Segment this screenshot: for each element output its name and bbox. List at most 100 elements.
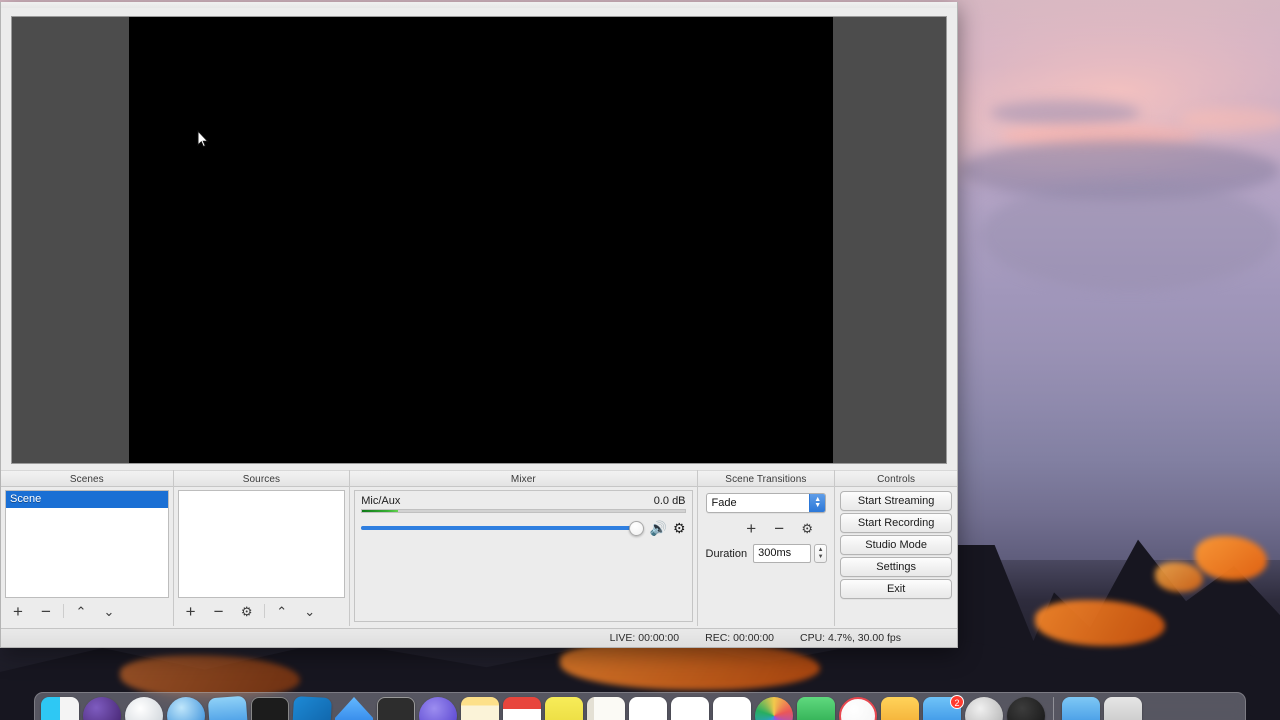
chevron-updown-icon[interactable]: ▲ ▼ — [809, 494, 826, 512]
transition-properties-gear-icon[interactable]: ⚙ — [794, 517, 820, 539]
status-rec: REC: 00:00:00 — [705, 632, 775, 644]
remove-scene-button[interactable]: − — [33, 600, 59, 622]
add-scene-button[interactable]: + — [5, 600, 31, 622]
scenes-toolbar: + − ⌃ ⌄ — [5, 598, 169, 622]
move-source-up-button[interactable]: ⌃ — [269, 600, 295, 622]
dock-separator — [1053, 697, 1054, 720]
dock-icon-keynote[interactable] — [713, 697, 751, 720]
dock-panels-row: Scenes Scene + − ⌃ ⌄ Sources + − ⚙ ⌃ ⌄ M… — [1, 470, 957, 628]
dock-icon-music[interactable] — [839, 697, 877, 720]
pane-body-mixer: Mic/Aux 0.0 dB 🔊 ⚙ — [350, 487, 696, 626]
move-scene-up-button[interactable]: ⌃ — [68, 600, 94, 622]
dock-icon-reminders[interactable] — [545, 697, 583, 720]
pane-body-scene-transitions: Fade ▲ ▼ + − ⚙ Duration 300ms ▲ ▼ — [698, 487, 835, 626]
volume-slider-fill — [361, 526, 634, 530]
pane-mixer: Mixer Mic/Aux 0.0 dB 🔊 ⚙ — [350, 470, 698, 626]
dock-icon-contacts[interactable] — [587, 697, 625, 720]
cloud — [980, 180, 1280, 290]
dock-icon-podcasts[interactable] — [881, 697, 919, 720]
dock-icon-xcode[interactable] — [292, 696, 332, 720]
pane-sources: Sources + − ⚙ ⌃ ⌄ — [173, 470, 351, 626]
dock-icon-messages[interactable]: 2 — [923, 695, 964, 720]
move-source-down-button[interactable]: ⌄ — [297, 600, 323, 622]
obs-studio-window[interactable]: Scenes Scene + − ⌃ ⌄ Sources + − ⚙ ⌃ ⌄ M… — [0, 2, 958, 648]
pane-scene-transitions: Scene Transitions Fade ▲ ▼ + − ⚙ Duratio… — [697, 470, 836, 626]
cloud — [990, 100, 1140, 126]
sources-list[interactable] — [177, 490, 346, 598]
mixer-channel-level: 0.0 dB — [653, 495, 686, 507]
start-streaming-button[interactable]: Start Streaming — [840, 491, 952, 511]
add-source-button[interactable]: + — [178, 600, 204, 622]
start-recording-button[interactable]: Start Recording — [840, 513, 952, 533]
audio-meter-fill — [362, 510, 398, 512]
transition-selected-value: Fade — [711, 497, 737, 509]
dock-icon-siri[interactable] — [125, 697, 163, 720]
dock-icon-app-store[interactable] — [335, 697, 373, 720]
volume-slider[interactable] — [361, 520, 644, 536]
dock-icon-preferences[interactable] — [965, 697, 1003, 720]
dock-icon-facetime[interactable] — [797, 697, 835, 720]
settings-button[interactable]: Settings — [840, 557, 952, 577]
sources-toolbar: + − ⚙ ⌃ ⌄ — [178, 598, 346, 622]
desktop: 2 Scenes Scene + − ⌃ ⌄ Sources + − ⚙ ⌃ ⌄… — [0, 0, 1280, 720]
transition-toolbar: + − ⚙ — [706, 517, 827, 539]
source-properties-gear-icon[interactable]: ⚙ — [234, 600, 260, 622]
pane-title-scene-transitions: Scene Transitions — [697, 470, 835, 487]
toolbar-separator — [263, 604, 265, 618]
add-transition-button[interactable]: + — [738, 517, 764, 539]
mixer-channel-list: Mic/Aux 0.0 dB 🔊 ⚙ — [354, 490, 693, 622]
dock-badge-messages: 2 — [950, 695, 964, 709]
scenes-list[interactable]: Scene — [5, 490, 169, 598]
gear-icon[interactable]: ⚙ — [673, 521, 686, 535]
arrow-cursor — [197, 130, 209, 148]
duration-stepper[interactable]: 300ms ▲ ▼ — [753, 544, 828, 563]
status-bar: LIVE: 00:00:00 REC: 00:00:00 CPU: 4.7%, … — [1, 628, 957, 647]
duration-input[interactable]: 300ms — [753, 544, 812, 563]
toolbar-separator — [63, 604, 64, 618]
speaker-icon[interactable]: 🔊 — [650, 521, 667, 535]
pane-title-scenes: Scenes — [1, 470, 173, 487]
dock-icon-launchpad[interactable] — [83, 697, 121, 720]
mixer-channel-name: Mic/Aux — [361, 495, 401, 507]
remove-transition-button[interactable]: − — [766, 517, 792, 539]
status-cpu: CPU: 4.7%, 30.00 fps — [800, 632, 901, 644]
dock-icon-downloads[interactable] — [1062, 697, 1100, 720]
dock-icon-screenshot[interactable] — [377, 697, 415, 720]
dock-icon-photos[interactable] — [755, 697, 793, 720]
dock-icon-calendar[interactable] — [503, 697, 541, 720]
exit-button[interactable]: Exit — [840, 579, 952, 599]
remove-source-button[interactable]: − — [206, 600, 232, 622]
studio-mode-button[interactable]: Studio Mode — [840, 535, 952, 555]
pane-title-controls: Controls — [835, 470, 957, 487]
dock-icon-trash[interactable] — [1104, 697, 1142, 720]
pane-body-sources: + − ⚙ ⌃ ⌄ — [174, 487, 350, 626]
volume-slider-knob[interactable] — [628, 520, 644, 536]
pane-body-controls: Start Streaming Start Recording Studio M… — [835, 487, 957, 626]
dock-icon-obs[interactable] — [1007, 697, 1045, 720]
pane-title-sources: Sources — [173, 470, 350, 487]
transition-select[interactable]: Fade ▲ ▼ — [705, 493, 827, 513]
dock-icon-numbers[interactable] — [671, 697, 709, 720]
preview-container — [1, 8, 957, 470]
dock-icon-disk-utility[interactable] — [419, 697, 457, 720]
scene-list-item[interactable]: Scene — [6, 491, 168, 508]
pane-scenes: Scenes Scene + − ⌃ ⌄ — [1, 470, 174, 626]
cloud — [1180, 108, 1280, 132]
dock-icon-pages[interactable] — [629, 697, 667, 720]
mixer-channel-header: Mic/Aux 0.0 dB — [361, 495, 685, 507]
dock-icon-notes[interactable] — [461, 697, 499, 720]
dock-icon-finder[interactable] — [41, 697, 79, 720]
pane-body-scenes: Scene + − ⌃ ⌄ — [1, 487, 173, 626]
dock-icon-terminal[interactable] — [251, 697, 289, 720]
audio-meter — [361, 509, 686, 513]
duration-label: Duration — [705, 547, 748, 560]
preview-canvas[interactable] — [129, 17, 833, 463]
macos-dock[interactable]: 2 — [34, 692, 1246, 720]
move-scene-down-button[interactable]: ⌄ — [96, 600, 122, 622]
pane-title-mixer: Mixer — [350, 470, 697, 487]
transition-duration-row: Duration 300ms ▲ ▼ — [705, 544, 828, 563]
duration-spinner-icon[interactable]: ▲ ▼ — [814, 544, 828, 563]
dock-icon-safari[interactable] — [167, 697, 205, 720]
preview-area[interactable] — [11, 16, 947, 464]
dock-icon-mail[interactable] — [207, 695, 249, 720]
